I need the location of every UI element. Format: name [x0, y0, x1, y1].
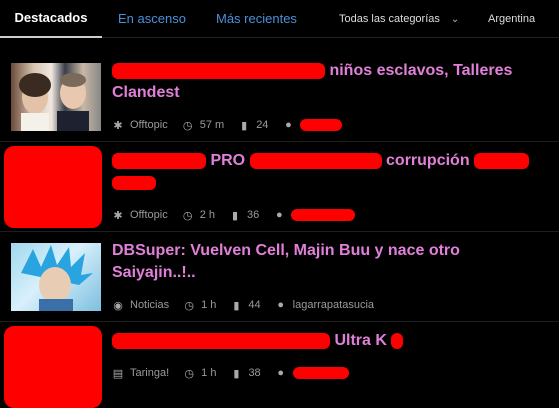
post-meta: ◉ Noticias ◷ 1 h ▮ 44 ● lagarrapatasucia	[112, 298, 388, 312]
post-comments: 36	[247, 209, 260, 221]
redaction-mark	[112, 332, 330, 349]
redaction-mark	[292, 367, 349, 379]
redaction-mark	[112, 175, 156, 190]
chevron-down-icon: ⌄	[450, 13, 460, 25]
post-title-text: Ultra K	[334, 332, 387, 349]
post-time: 1 h	[201, 367, 217, 379]
post-title[interactable]: PRO corrupción	[112, 150, 532, 194]
redaction-mark	[291, 209, 356, 221]
post-item[interactable]: niños esclavos, Talleres Clandest ✱ Offt…	[0, 52, 559, 142]
tab-destacados[interactable]: Destacados	[0, 0, 102, 38]
comment-icon: ▮	[241, 119, 248, 132]
tab-mas-recientes[interactable]: Más recientes	[216, 0, 297, 38]
comment-icon: ▮	[231, 209, 239, 222]
top-navigation: Destacados En ascenso Más recientes Toda…	[0, 0, 559, 38]
redaction-mark	[112, 62, 325, 79]
post-item[interactable]: Ultra K ▤ Taringa! ◷ 1 h ▮ 38 ●	[0, 322, 559, 408]
post-thumbnail[interactable]	[4, 326, 102, 408]
post-category[interactable]: Taringa!	[130, 367, 169, 379]
post-title-text: DBSuper: Vuelven Cell, Majin Buu y nace …	[112, 242, 460, 281]
user-icon: ●	[275, 209, 283, 221]
post-category[interactable]: Noticias	[130, 299, 169, 311]
post-thumbnail[interactable]	[11, 63, 101, 131]
post-comments: 38	[248, 367, 261, 379]
post-title[interactable]: DBSuper: Vuelven Cell, Majin Buu y nace …	[112, 240, 532, 284]
redaction-mark	[249, 152, 382, 169]
tab-en-ascenso[interactable]: En ascenso	[118, 0, 186, 38]
redaction-mark	[4, 326, 102, 408]
post-meta: ✱ Offtopic ◷ 57 m ▮ 24 ●	[112, 118, 343, 132]
clock-icon: ◷	[184, 367, 194, 380]
country-select[interactable]: Argentina	[488, 0, 559, 38]
post-thumbnail[interactable]	[4, 146, 102, 228]
goku-image	[21, 245, 93, 311]
globe-icon: ◉	[113, 299, 123, 312]
post-time: 2 h	[199, 209, 216, 221]
post-comments: 44	[248, 299, 261, 311]
post-time: 1 h	[201, 299, 217, 311]
post-title[interactable]: niños esclavos, Talleres Clandest	[112, 60, 532, 104]
clock-icon: ◷	[184, 299, 194, 312]
country-select-value: Argentina	[488, 13, 536, 25]
redaction-mark	[474, 152, 530, 169]
post-comments: 24	[256, 119, 269, 131]
redaction-mark	[391, 332, 404, 349]
user-icon: ●	[285, 119, 292, 131]
post-title-text: corrupción	[386, 152, 470, 169]
redaction-mark	[300, 119, 343, 131]
post-meta: ✱ Offtopic ◷ 2 h ▮ 36 ●	[112, 208, 356, 222]
redaction-mark	[4, 146, 102, 228]
puzzle-icon: ✱	[113, 119, 123, 132]
taringa-icon: ▤	[112, 367, 124, 380]
post-time: 57 m	[199, 119, 225, 131]
post-title[interactable]: Ultra K	[112, 330, 532, 352]
category-select[interactable]: Todas las categorías ⌄	[339, 0, 469, 38]
clock-icon: ◷	[182, 119, 193, 132]
puzzle-icon: ✱	[113, 209, 123, 222]
comment-icon: ▮	[233, 367, 240, 380]
post-category[interactable]: Offtopic	[130, 119, 168, 131]
post-category[interactable]: Offtopic	[130, 209, 168, 221]
post-meta: ▤ Taringa! ◷ 1 h ▮ 38 ●	[112, 366, 349, 380]
user-icon: ●	[277, 367, 285, 379]
clock-icon: ◷	[182, 209, 193, 222]
post-author[interactable]: lagarrapatasucia	[293, 299, 374, 311]
redaction-mark	[112, 152, 206, 169]
category-select-value: Todas las categorías	[339, 13, 440, 25]
comment-icon: ▮	[233, 299, 240, 312]
post-title-text: PRO	[210, 152, 246, 169]
post-item[interactable]: DBSuper: Vuelven Cell, Majin Buu y nace …	[0, 232, 559, 322]
post-thumbnail[interactable]	[11, 243, 101, 311]
user-icon: ●	[277, 299, 284, 311]
photo-image	[19, 73, 89, 131]
post-item[interactable]: PRO corrupción ✱ Offtopic ◷ 2 h ▮ 36 ●	[0, 142, 559, 232]
